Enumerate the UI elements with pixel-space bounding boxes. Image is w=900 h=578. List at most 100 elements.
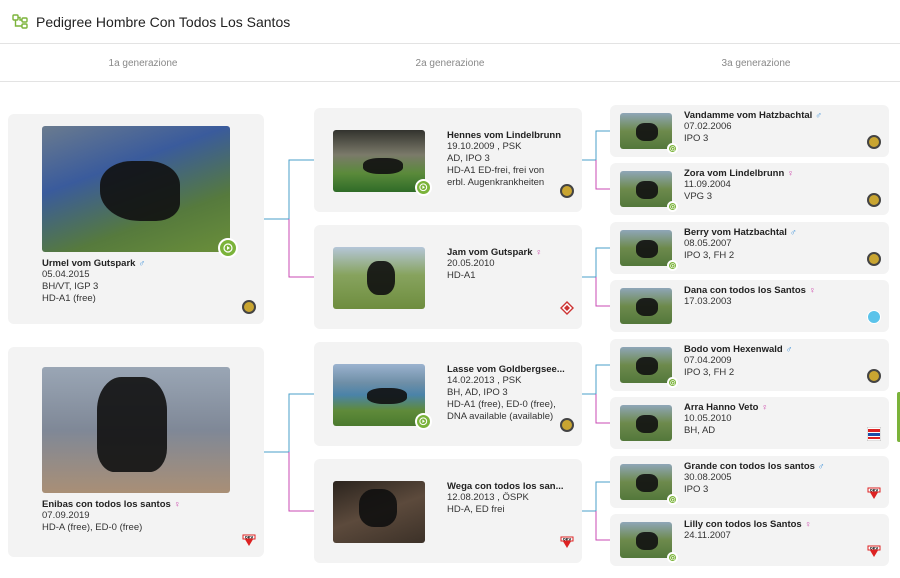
okv-badge-icon: OKV bbox=[867, 544, 881, 558]
dog-name[interactable]: Urmel vom Gutspark ♂ bbox=[42, 258, 242, 269]
dog-name-text[interactable]: Bodo vom Hexenwald bbox=[684, 344, 783, 355]
gen1-dog-card[interactable]: Enibas con todos los santos ♀ 07.09.2019 HD… bbox=[8, 347, 264, 557]
dog-name[interactable]: Vandamme vom Hatzbachtal ♂ bbox=[684, 110, 864, 121]
birth-date: 19.10.2009 , PSK bbox=[447, 141, 522, 152]
gen1-dog-card[interactable]: Urmel vom Gutspark ♂ 05.04.2015 BH/VT, IGP … bbox=[8, 114, 264, 324]
okv-badge-icon: OKV bbox=[242, 533, 256, 547]
gen2-dog-card[interactable]: Hennes vom Lindelbrunn 19.10.2009 , PSK AD… bbox=[314, 108, 582, 212]
play-video-icon[interactable] bbox=[667, 494, 678, 505]
dog-name-text[interactable]: Grande con todos los santos bbox=[684, 461, 815, 472]
dog-name[interactable]: Arra Hanno Veto ♀ bbox=[684, 402, 864, 413]
dog-name-text[interactable]: Berry vom Hatzbachtal bbox=[684, 227, 787, 238]
dam-connector bbox=[595, 277, 610, 307]
dog-name[interactable]: Enibas con todos los santos ♀ bbox=[42, 499, 242, 510]
sire-connector bbox=[582, 247, 610, 278]
dog-photo[interactable] bbox=[620, 288, 672, 324]
dog-info: Urmel vom Gutspark ♂ 05.04.2015 BH/VT, IGP … bbox=[42, 258, 242, 305]
dog-name[interactable]: Berry vom Hatzbachtal ♂ bbox=[684, 227, 864, 238]
gen3-dog-card[interactable]: Lilly con todos los Santos ♀ 24.11.2007 OKV bbox=[610, 514, 889, 566]
play-video-icon[interactable] bbox=[667, 143, 678, 154]
titles: IPO 3 bbox=[684, 133, 709, 144]
dog-photo[interactable] bbox=[42, 126, 230, 252]
dog-info: Lasse vom Goldbergsee... 14.02.2013 , PSK… bbox=[447, 364, 575, 423]
dog-name[interactable]: Lasse vom Goldbergsee... bbox=[447, 364, 575, 375]
dog-name-text[interactable]: Lasse vom Goldbergsee... bbox=[447, 364, 565, 375]
play-video-icon[interactable] bbox=[415, 179, 432, 196]
titles: BH, AD, IPO 3 bbox=[447, 387, 508, 398]
dog-photo[interactable] bbox=[620, 230, 672, 266]
gen3-dog-card[interactable]: Zora vom Lindelbrunn ♀ 11.09.2004 VPG 3 bbox=[610, 163, 889, 215]
dog-name-text[interactable]: Wega con todos los san... bbox=[447, 481, 563, 492]
play-video-icon[interactable] bbox=[218, 238, 238, 258]
dog-info: Grande con todos los santos ♂ 30.08.2005 IP… bbox=[684, 461, 864, 496]
gen2-dog-card[interactable]: Jam vom Gutspark ♀ 20.05.2010 HD-A1 bbox=[314, 225, 582, 329]
birth-date: 11.09.2004 bbox=[684, 179, 731, 190]
female-icon: ♀ bbox=[535, 247, 543, 257]
dog-name[interactable]: Bodo vom Hexenwald ♂ bbox=[684, 344, 864, 355]
birth-date: 05.04.2015 bbox=[42, 269, 90, 280]
female-icon: ♀ bbox=[761, 402, 769, 412]
health-results-extra: DNA available (available) bbox=[447, 411, 554, 422]
play-video-icon[interactable] bbox=[667, 260, 678, 271]
dog-name-text[interactable]: Hennes vom Lindelbrunn bbox=[447, 130, 561, 141]
dog-name[interactable]: Wega con todos los san... bbox=[447, 481, 575, 492]
club-badge-icon bbox=[560, 184, 574, 198]
gen3-dog-card[interactable]: Vandamme vom Hatzbachtal ♂ 07.02.2006 IPO 3 bbox=[610, 105, 889, 157]
dog-name-text[interactable]: Zora vom Lindelbrunn bbox=[684, 168, 784, 179]
dog-photo[interactable] bbox=[42, 367, 230, 493]
play-video-icon[interactable] bbox=[667, 377, 678, 388]
gen2-dog-card[interactable]: Lasse vom Goldbergsee... 14.02.2013 , PSK… bbox=[314, 342, 582, 446]
club-badge-icon bbox=[560, 418, 574, 432]
generation-1-label: 1a generazione bbox=[108, 58, 178, 69]
dog-silhouette bbox=[100, 161, 180, 221]
dog-silhouette bbox=[636, 240, 658, 258]
play-video-icon[interactable] bbox=[415, 413, 432, 430]
dog-photo[interactable] bbox=[620, 347, 672, 383]
dog-photo[interactable] bbox=[333, 130, 425, 192]
play-video-icon[interactable] bbox=[667, 201, 678, 212]
dog-info: Enibas con todos los santos ♀ 07.09.2019 HD… bbox=[42, 499, 242, 534]
svg-text:OKV: OKV bbox=[870, 489, 879, 493]
dog-name-text[interactable]: Lilly con todos los Santos bbox=[684, 519, 802, 530]
male-icon: ♂ bbox=[817, 461, 825, 471]
dog-name-text[interactable]: Urmel vom Gutspark bbox=[42, 258, 135, 269]
gen3-dog-card[interactable]: Arra Hanno Veto ♀ 10.05.2010 BH, AD bbox=[610, 397, 889, 449]
dog-name[interactable]: Jam vom Gutspark ♀ bbox=[447, 247, 575, 258]
dog-name[interactable]: Zora vom Lindelbrunn ♀ bbox=[684, 168, 864, 179]
play-video-icon[interactable] bbox=[667, 552, 678, 563]
dog-name[interactable]: Hennes vom Lindelbrunn bbox=[447, 130, 575, 141]
dog-name-text[interactable]: Dana con todos los Santos bbox=[684, 285, 806, 296]
female-icon: ♀ bbox=[173, 499, 181, 509]
dog-photo[interactable] bbox=[333, 247, 425, 309]
dog-name[interactable]: Dana con todos los Santos ♀ bbox=[684, 285, 864, 296]
gen3-dog-card[interactable]: Berry vom Hatzbachtal ♂ 08.05.2007 IPO 3, F… bbox=[610, 222, 889, 274]
gen3-dog-card[interactable]: Grande con todos los santos ♂ 30.08.2005 IP… bbox=[610, 456, 889, 508]
gen2-dog-card[interactable]: Wega con todos los san... 12.08.2013 , ÖS… bbox=[314, 459, 582, 563]
dog-photo[interactable] bbox=[620, 405, 672, 441]
okv-badge-icon: OKV bbox=[560, 535, 574, 549]
dog-name-text[interactable]: Enibas con todos los santos bbox=[42, 499, 171, 510]
dog-photo[interactable] bbox=[333, 481, 425, 543]
birth-date: 17.03.2003 bbox=[684, 296, 732, 307]
dog-name-text[interactable]: Arra Hanno Veto bbox=[684, 402, 758, 413]
dam-connector bbox=[595, 160, 610, 190]
dog-name[interactable]: Lilly con todos los Santos ♀ bbox=[684, 519, 864, 530]
dog-photo[interactable] bbox=[620, 522, 672, 558]
dog-name-text[interactable]: Vandamme vom Hatzbachtal bbox=[684, 110, 812, 121]
dog-name[interactable]: Grande con todos los santos ♂ bbox=[684, 461, 864, 472]
male-icon: ♂ bbox=[785, 344, 793, 354]
gen3-dog-card[interactable]: Bodo vom Hexenwald ♂ 07.04.2009 IPO 3, FH 2 bbox=[610, 339, 889, 391]
club-badge-icon bbox=[867, 369, 881, 383]
dog-photo[interactable] bbox=[620, 464, 672, 500]
diamond-badge-icon bbox=[560, 301, 574, 315]
blue-badge-icon bbox=[867, 310, 881, 324]
dog-photo[interactable] bbox=[333, 364, 425, 426]
birth-date: 30.08.2005 bbox=[684, 472, 732, 483]
dog-photo[interactable] bbox=[620, 113, 672, 149]
dog-photo[interactable] bbox=[620, 171, 672, 207]
gen3-dog-card[interactable]: Dana con todos los Santos ♀ 17.03.2003 bbox=[610, 280, 889, 332]
titles: BH/VT, IGP 3 bbox=[42, 281, 99, 292]
male-icon: ♂ bbox=[789, 227, 797, 237]
svg-text:OKV: OKV bbox=[245, 536, 254, 540]
dog-name-text[interactable]: Jam vom Gutspark bbox=[447, 247, 533, 258]
